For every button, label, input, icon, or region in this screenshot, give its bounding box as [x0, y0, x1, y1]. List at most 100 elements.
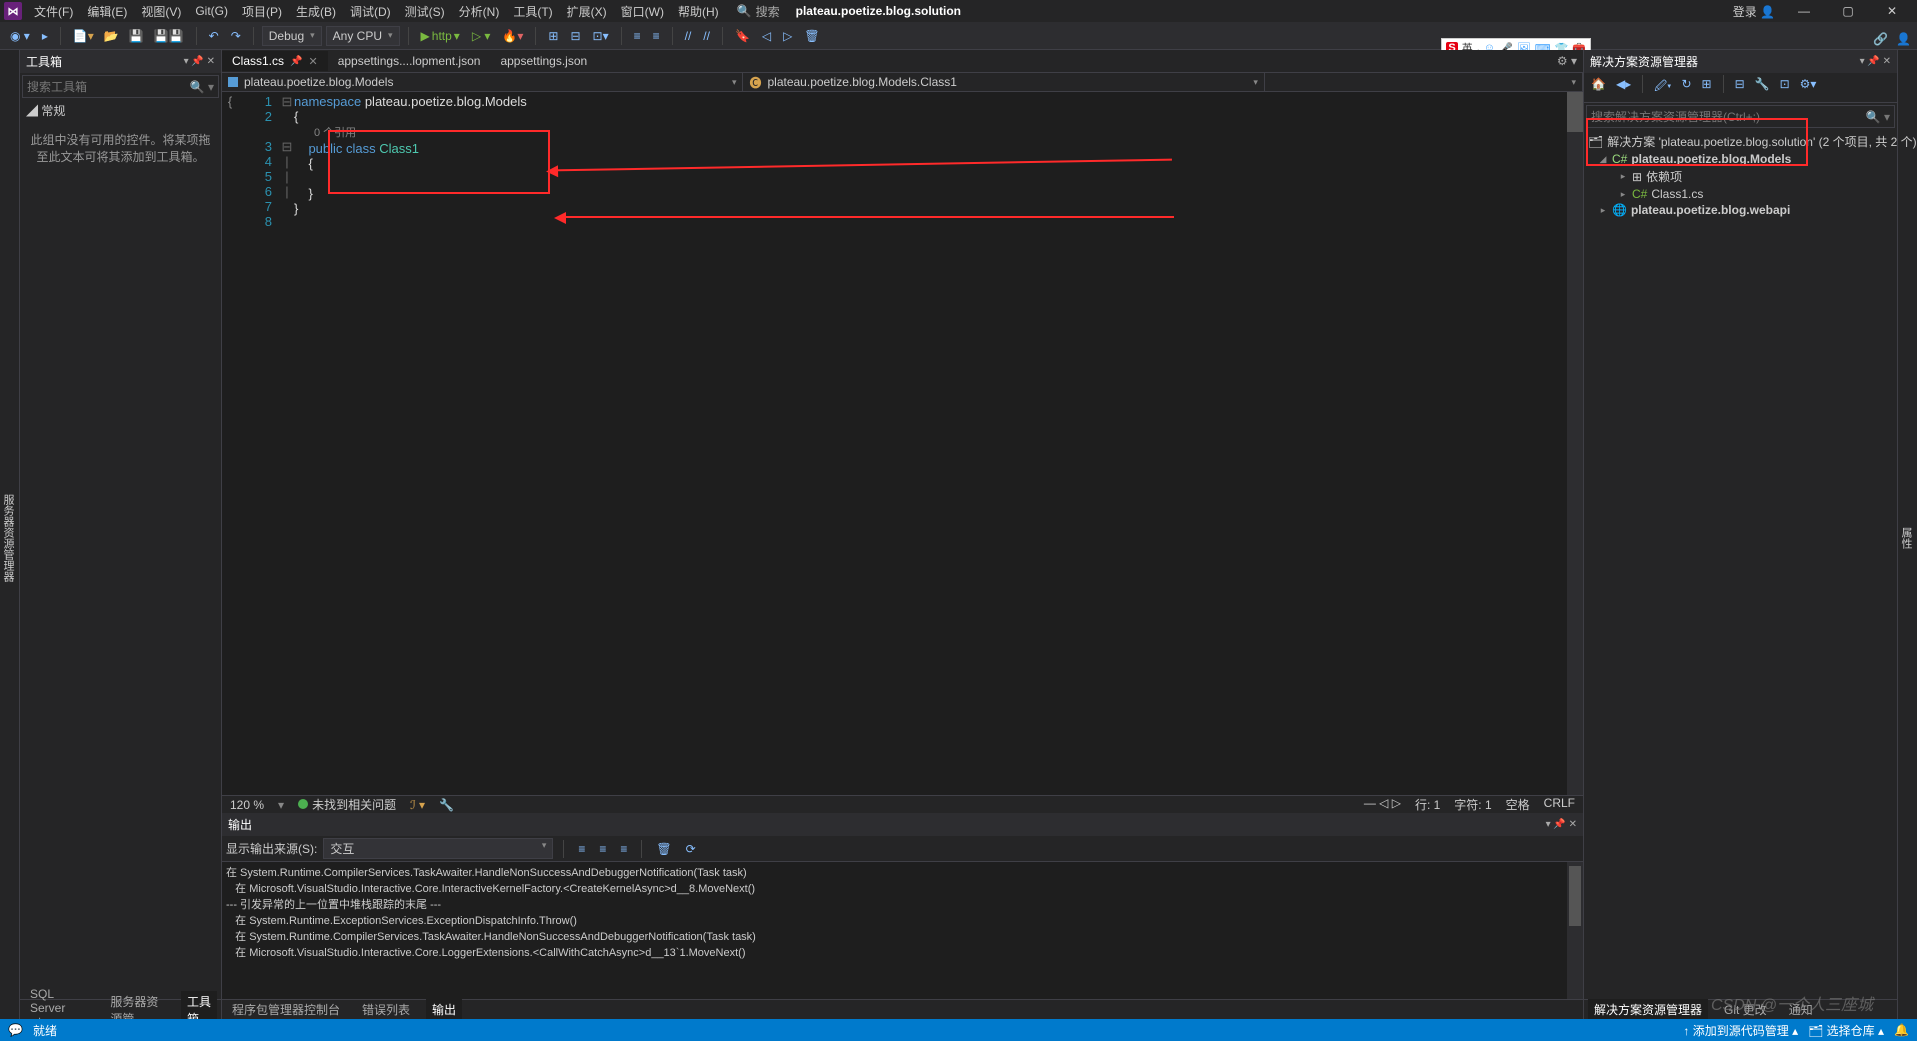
indent-left-button[interactable]: ≡ [630, 27, 645, 45]
start-no-debug-button[interactable]: ▷ ▾ [468, 27, 495, 45]
menu-help[interactable]: 帮助(H) [672, 0, 725, 23]
properties-tab[interactable]: 属性 [1897, 50, 1917, 1019]
lightbulb-icon[interactable]: ℐ ▾ [410, 798, 425, 812]
start-debug-button[interactable]: ▶ http ▾ [417, 27, 464, 45]
zoom-level[interactable]: 120 % [230, 798, 264, 812]
output-toggle-button[interactable]: ⟳ [682, 840, 700, 858]
share-icon[interactable]: 🔗 [1873, 32, 1888, 46]
output-clear-button[interactable]: 🗑 [652, 840, 675, 858]
code-editor[interactable]: { 12345678 ⊟⊟||| namespace plateau.poeti… [222, 92, 1583, 795]
no-issues-label[interactable]: 未找到相关问题 [312, 798, 396, 812]
menu-debug[interactable]: 调试(D) [344, 0, 397, 23]
gear-icon[interactable]: ⚙ ▾ [1551, 54, 1583, 68]
pin-icon[interactable]: 📌 [290, 56, 302, 67]
nav-back-button[interactable]: ◉ ▾ [6, 27, 34, 45]
rtab-notify[interactable]: 通知 [1783, 999, 1819, 1020]
project-dependencies[interactable]: ▸⊞依赖项 [1584, 167, 1897, 186]
hot-reload-button[interactable]: 🔥▾ [498, 27, 527, 45]
output-goto-button[interactable]: ≡ [574, 840, 589, 858]
tab-appsettings[interactable]: appsettings.json [490, 51, 597, 71]
bookmark-prev-button[interactable]: ◁ [758, 27, 775, 45]
output-source-dropdown[interactable]: 交互▾ [323, 838, 553, 859]
spaces-label[interactable]: 空格 [1506, 796, 1530, 813]
code-body[interactable]: namespace plateau.poetize.blog.Models { … [294, 92, 527, 795]
menu-ext[interactable]: 扩展(X) [561, 0, 613, 23]
bookmark-clear-button[interactable]: 🗑 [800, 27, 823, 45]
toolbox-search[interactable]: 搜索工具箱 🔍 ▾ [22, 75, 219, 98]
uncomment-button[interactable]: // [699, 27, 714, 45]
settings-icon[interactable]: ⚙▾ [1797, 75, 1820, 100]
platform-dropdown[interactable]: Any CPU▾ [326, 26, 400, 46]
ctab-output[interactable]: 输出 [426, 999, 462, 1020]
refresh-icon[interactable]: ↻ [1678, 75, 1694, 100]
feedback-icon[interactable]: 💬 [8, 1023, 23, 1037]
bookmark-next-button[interactable]: ▷ [779, 27, 796, 45]
tab-class1[interactable]: Class1.cs📌✕ [222, 51, 328, 71]
output-text[interactable]: 在 System.Runtime.CompilerServices.TaskAw… [222, 862, 1583, 999]
config-dropdown[interactable]: Debug▾ [262, 26, 322, 46]
open-button[interactable]: 📂 [100, 27, 123, 45]
select-repo[interactable]: 🗂 选择仓库 ▴ [1808, 1022, 1884, 1039]
pin-icon[interactable]: ▾ 📌 ✕ [184, 56, 215, 67]
admin-icon[interactable]: 👤 [1896, 32, 1911, 46]
file-class1[interactable]: ▸C#Class1.cs [1584, 186, 1897, 202]
ctab-errors[interactable]: 错误列表 [356, 999, 416, 1020]
project-webapi[interactable]: ▸🌐plateau.poetize.blog.webapi [1584, 202, 1897, 218]
menu-git[interactable]: Git(G) [189, 1, 234, 21]
menu-window[interactable]: 窗口(W) [615, 0, 670, 23]
toolbox-group-general[interactable]: ◢ 常规 [20, 100, 221, 121]
tb-icon-3[interactable]: ⊡▾ [589, 27, 613, 45]
tb-icon-1[interactable]: ⊞ [544, 27, 562, 45]
server-explorer-tab[interactable]: 服务器资源管理器 [0, 50, 20, 1019]
close-button[interactable]: ✕ [1877, 4, 1907, 18]
menu-edit[interactable]: 编辑(E) [81, 0, 133, 23]
sln-back-icon[interactable]: ◀▸ [1613, 75, 1634, 100]
nav-type-dropdown[interactable]: 🅒plateau.poetize.blog.Models.Class1▾ [743, 73, 1264, 91]
output-find-button[interactable]: ≡ [595, 840, 610, 858]
menu-file[interactable]: 文件(F) [28, 0, 79, 23]
rtab-git[interactable]: Git 更改 [1718, 999, 1773, 1020]
nav-project-dropdown[interactable]: plateau.poetize.blog.Models▾ [222, 73, 743, 91]
menu-tools[interactable]: 工具(T) [507, 0, 558, 23]
save-all-button[interactable]: 💾💾 [150, 27, 188, 45]
editor-scrollbar[interactable] [1567, 92, 1583, 795]
menu-project[interactable]: 项目(P) [236, 0, 288, 23]
menu-build[interactable]: 生成(B) [290, 0, 342, 23]
comment-button[interactable]: // [681, 27, 696, 45]
notification-bell-icon[interactable]: 🔔 [1894, 1023, 1909, 1037]
redo-button[interactable]: ↷ [227, 27, 245, 45]
collapse-icon[interactable]: ⊟ [1732, 75, 1748, 100]
nav-member-dropdown[interactable]: ▾ [1265, 73, 1583, 91]
caret-nav[interactable]: — ◁ ▷ [1364, 796, 1401, 813]
minimize-button[interactable]: — [1789, 4, 1819, 18]
tab-appsettings-dev[interactable]: appsettings....lopment.json [328, 51, 491, 71]
indent-right-button[interactable]: ≡ [649, 27, 664, 45]
tb-icon-2[interactable]: ⊟ [566, 27, 584, 45]
screwdriver-icon[interactable]: 🔧 [439, 798, 454, 812]
show-all-icon[interactable]: ⊞ [1699, 75, 1715, 100]
quick-search[interactable]: 🔍搜索 [737, 3, 780, 20]
rtab-sln[interactable]: 解决方案资源管理器 [1588, 999, 1708, 1020]
pin-icon[interactable]: ▾ 📌 ✕ [1546, 819, 1577, 830]
sync-icon[interactable]: 🖉▾ [1651, 75, 1674, 100]
properties-icon[interactable]: 🔧 [1752, 75, 1773, 100]
maximize-button[interactable]: ▢ [1833, 4, 1863, 18]
output-wrap-button[interactable]: ≡ [616, 840, 631, 858]
menu-analyze[interactable]: 分析(N) [453, 0, 506, 23]
nav-fwd-button[interactable]: ▸ [38, 27, 52, 45]
menu-view[interactable]: 视图(V) [135, 0, 187, 23]
home-icon[interactable]: 🏠 [1588, 75, 1609, 100]
menu-test[interactable]: 测试(S) [399, 0, 451, 23]
sign-in-link[interactable]: 登录 👤 [1733, 3, 1775, 20]
ctab-pmc[interactable]: 程序包管理器控制台 [226, 999, 346, 1020]
folding-margin[interactable]: ⊟⊟||| [280, 92, 294, 795]
preview-icon[interactable]: ⊡ [1777, 75, 1793, 100]
close-icon[interactable]: ✕ [308, 55, 317, 68]
pin-icon[interactable]: ▾ 📌 ✕ [1860, 56, 1891, 67]
new-item-button[interactable]: 📄▾ [69, 27, 98, 45]
output-scrollbar[interactable] [1567, 862, 1583, 999]
bookmark-button[interactable]: 🔖 [731, 27, 754, 45]
undo-button[interactable]: ↶ [205, 27, 223, 45]
add-source-control[interactable]: ↑ 添加到源代码管理 ▴ [1683, 1022, 1798, 1039]
crlf-label[interactable]: CRLF [1544, 796, 1575, 813]
